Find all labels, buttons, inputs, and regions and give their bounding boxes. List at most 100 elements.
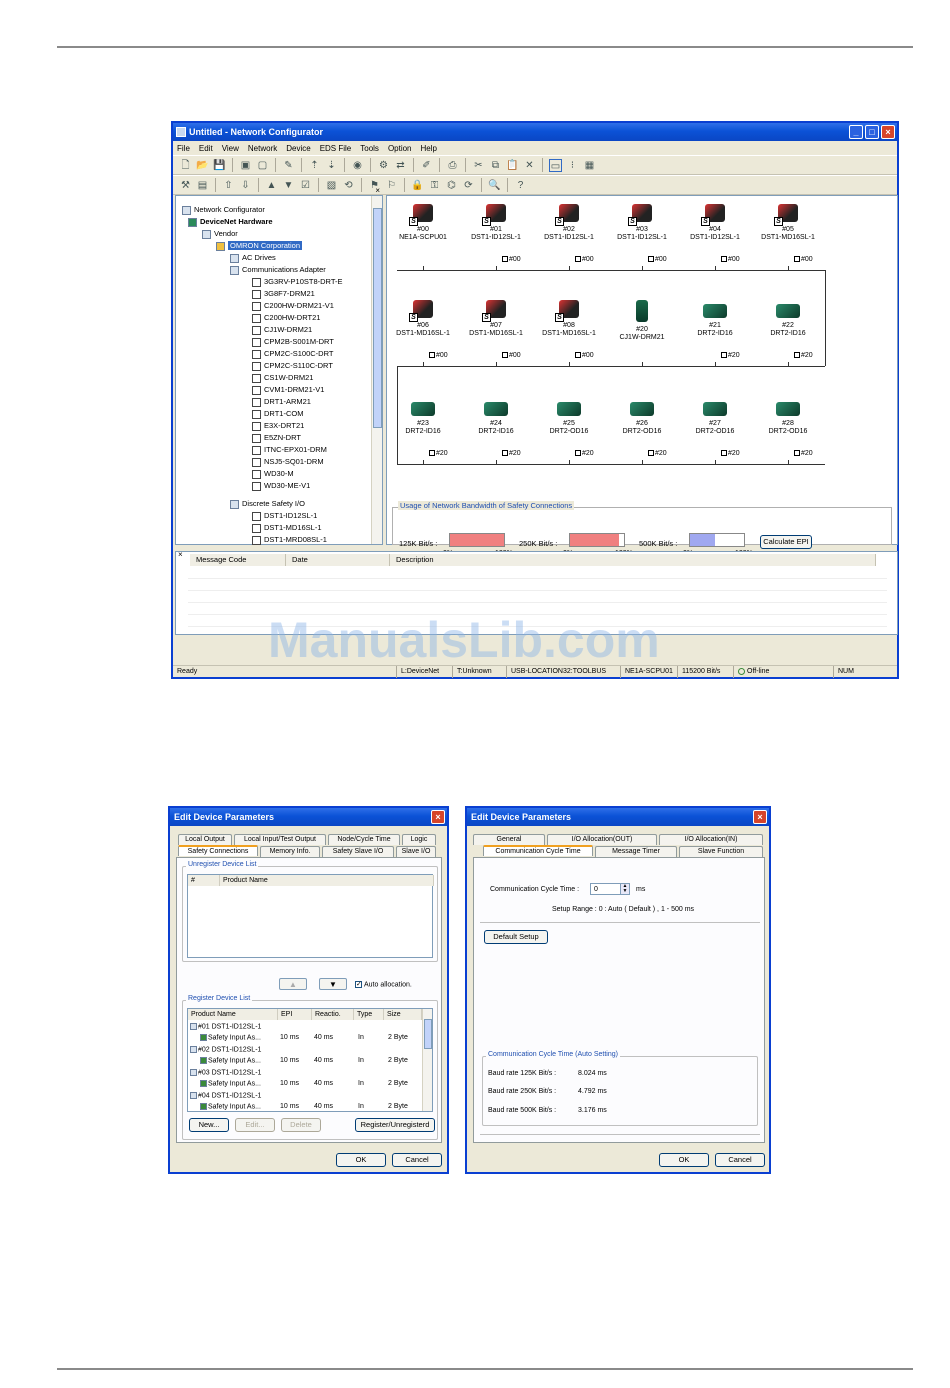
open-icon[interactable]: 📂: [196, 159, 209, 172]
menu-network[interactable]: Network: [248, 144, 277, 153]
tree-device-item[interactable]: WD30-M: [252, 468, 294, 480]
maximize-button[interactable]: □: [865, 125, 879, 139]
tab-communication-cycle-time[interactable]: Communication Cycle Time: [483, 845, 593, 856]
network-node[interactable]: S #05 DST1-MD16SL-1: [754, 204, 822, 242]
parameter-upload-icon[interactable]: ⇧: [222, 179, 235, 192]
col-date[interactable]: Date: [286, 554, 390, 566]
register-connection-row[interactable]: Safety Input As...: [200, 1080, 261, 1087]
tab-safety-connections[interactable]: Safety Connections: [178, 845, 258, 856]
network-node[interactable]: #28 DRT2-OD16: [754, 398, 822, 436]
register-device-row[interactable]: #04 DST1-ID12SL-1: [190, 1092, 261, 1099]
dialog1-close-button[interactable]: ×: [431, 810, 445, 824]
network-node[interactable]: #27 DRT2-OD16: [681, 398, 749, 436]
connect-icon[interactable]: ▣: [239, 159, 252, 172]
upload-icon[interactable]: ⇡: [308, 159, 321, 172]
find-icon[interactable]: 🔍: [488, 179, 501, 192]
tab-logic[interactable]: Logic: [402, 834, 436, 845]
tree-device-item[interactable]: CPM2C-S110C-DRT: [252, 360, 333, 372]
register-device-row[interactable]: #02 DST1-ID12SL-1: [190, 1046, 261, 1053]
save-icon[interactable]: 💾: [213, 159, 226, 172]
minimize-button[interactable]: _: [849, 125, 863, 139]
auto-allocation-checkbox[interactable]: ✓ Auto allocation.: [355, 981, 412, 988]
tree-device-item[interactable]: ITNC-EPX01-DRM: [252, 444, 327, 456]
new-icon[interactable]: 🗋: [179, 159, 192, 172]
network-node[interactable]: S #03 DST1-ID12SL-1: [608, 204, 676, 242]
register-scrollbar[interactable]: [422, 1009, 432, 1111]
tree-vendor[interactable]: Vendor: [202, 228, 238, 240]
col-message-code[interactable]: Message Code: [190, 554, 286, 566]
maintenance-mode-icon[interactable]: ⚐: [385, 179, 398, 192]
tree-ac-drives[interactable]: AC Drives: [230, 252, 276, 264]
col-type[interactable]: Type: [354, 1009, 384, 1020]
delete-icon[interactable]: ✕: [523, 159, 536, 172]
tree-root[interactable]: Network Configurator: [182, 204, 265, 216]
tree-device-item[interactable]: CVM1-DRM21-V1: [252, 384, 324, 396]
register-icon[interactable]: ▤: [196, 179, 209, 192]
compare-icon[interactable]: ⇄: [394, 159, 407, 172]
tab-io-allocation-out[interactable]: I/O Allocation(OUT): [547, 834, 657, 845]
menu-tools[interactable]: Tools: [360, 144, 379, 153]
edit-device-icon[interactable]: ⚒: [179, 179, 192, 192]
tab-memory-info[interactable]: Memory Info.: [260, 846, 320, 857]
close-message-icon[interactable]: ×: [178, 550, 183, 559]
register-list[interactable]: Product Name EPI Reactio. Type Size #01 …: [187, 1008, 433, 1112]
register-connection-row[interactable]: Safety Input As...: [200, 1034, 261, 1041]
col-epi[interactable]: EPI: [278, 1009, 312, 1020]
tree-device-item[interactable]: C200HW-DRT21: [252, 312, 320, 324]
scroll-thumb[interactable]: [424, 1019, 432, 1049]
register-device-row[interactable]: #01 DST1-ID12SL-1: [190, 1023, 261, 1030]
tree-device-item[interactable]: C200HW-DRM21-V1: [252, 300, 334, 312]
disconnect-icon[interactable]: ▢: [256, 159, 269, 172]
register-connection-row[interactable]: Safety Input As...: [200, 1057, 261, 1064]
tree-devicenet-hardware[interactable]: DeviceNet Hardware: [188, 216, 273, 228]
tree-device-item[interactable]: CS1W-DRM21: [252, 372, 313, 384]
tree-device-item[interactable]: DST1-ID12SL-1: [252, 510, 317, 522]
dialog2-ok-button[interactable]: OK: [659, 1153, 709, 1167]
unregister-list[interactable]: # Product Name: [187, 874, 434, 958]
cycle-icon[interactable]: ⟳: [462, 179, 475, 192]
report-icon[interactable]: ▧: [325, 179, 338, 192]
tree-device-item[interactable]: NSJ5-SQ01-DRM: [252, 456, 324, 468]
network-node[interactable]: S #00 NE1A-SCPU01: [389, 204, 457, 242]
tab-safety-slave-io[interactable]: Safety Slave I/O: [322, 846, 394, 857]
default-setup-button[interactable]: Default Setup: [484, 930, 548, 944]
tree-device-item[interactable]: DST1-MRD08SL-1: [252, 534, 327, 546]
dialog1-cancel-button[interactable]: Cancel: [392, 1153, 442, 1167]
network-node[interactable]: #20 CJ1W-DRM21: [608, 300, 676, 342]
parameter-download-icon[interactable]: ⇩: [239, 179, 252, 192]
change-address-icon[interactable]: ✎: [282, 159, 295, 172]
copy-icon[interactable]: ⧉: [489, 159, 502, 172]
col-reaction[interactable]: Reactio.: [312, 1009, 354, 1020]
close-tree-icon[interactable]: ×: [375, 186, 380, 195]
tree-device-item[interactable]: DRT1-COM: [252, 408, 303, 420]
tab-message-timer[interactable]: Message Timer: [595, 846, 677, 857]
dialog2-cancel-button[interactable]: Cancel: [715, 1153, 765, 1167]
large-icons-icon[interactable]: ▭: [549, 158, 562, 172]
col-number[interactable]: #: [188, 875, 220, 886]
menu-edit[interactable]: Edit: [199, 144, 213, 153]
network-node[interactable]: S #04 DST1-ID12SL-1: [681, 204, 749, 242]
network-node[interactable]: S #06 DST1-MD16SL-1: [389, 300, 457, 338]
network-node[interactable]: #26 DRT2-OD16: [608, 398, 676, 436]
tab-local-output[interactable]: Local Output: [178, 834, 232, 845]
tree-device-item[interactable]: DST1-MD16SL-1: [252, 522, 322, 534]
tree-scrollbar[interactable]: [371, 196, 382, 544]
tree-device-item[interactable]: E5ZN-DRT: [252, 432, 301, 444]
calculate-epi-button[interactable]: Calculate EPI: [760, 535, 812, 549]
tree-comm-adapter[interactable]: Communications Adapter: [230, 264, 326, 276]
tree-device-item[interactable]: 3G3RV-P10ST8-DRT-E: [252, 276, 343, 288]
menu-file[interactable]: File: [177, 144, 190, 153]
tab-local-input-test-output[interactable]: Local Input/Test Output: [234, 834, 326, 845]
menu-help[interactable]: Help: [421, 144, 437, 153]
col-description[interactable]: Description: [390, 554, 876, 566]
network-node[interactable]: S #08 DST1-MD16SL-1: [535, 300, 603, 338]
register-device-row[interactable]: #03 DST1-ID12SL-1: [190, 1069, 261, 1076]
move-up-button[interactable]: ▲: [279, 978, 307, 990]
menu-device[interactable]: Device: [286, 144, 310, 153]
new-button[interactable]: New...: [189, 1118, 229, 1132]
tree-device-item[interactable]: CPM2B-S001M-DRT: [252, 336, 334, 348]
network-node[interactable]: S #07 DST1-MD16SL-1: [462, 300, 530, 338]
tree-device-item[interactable]: E3X-DRT21: [252, 420, 304, 432]
network-node[interactable]: #21 DRT2-ID16: [681, 300, 749, 338]
dialog2-close-button[interactable]: ×: [753, 810, 767, 824]
